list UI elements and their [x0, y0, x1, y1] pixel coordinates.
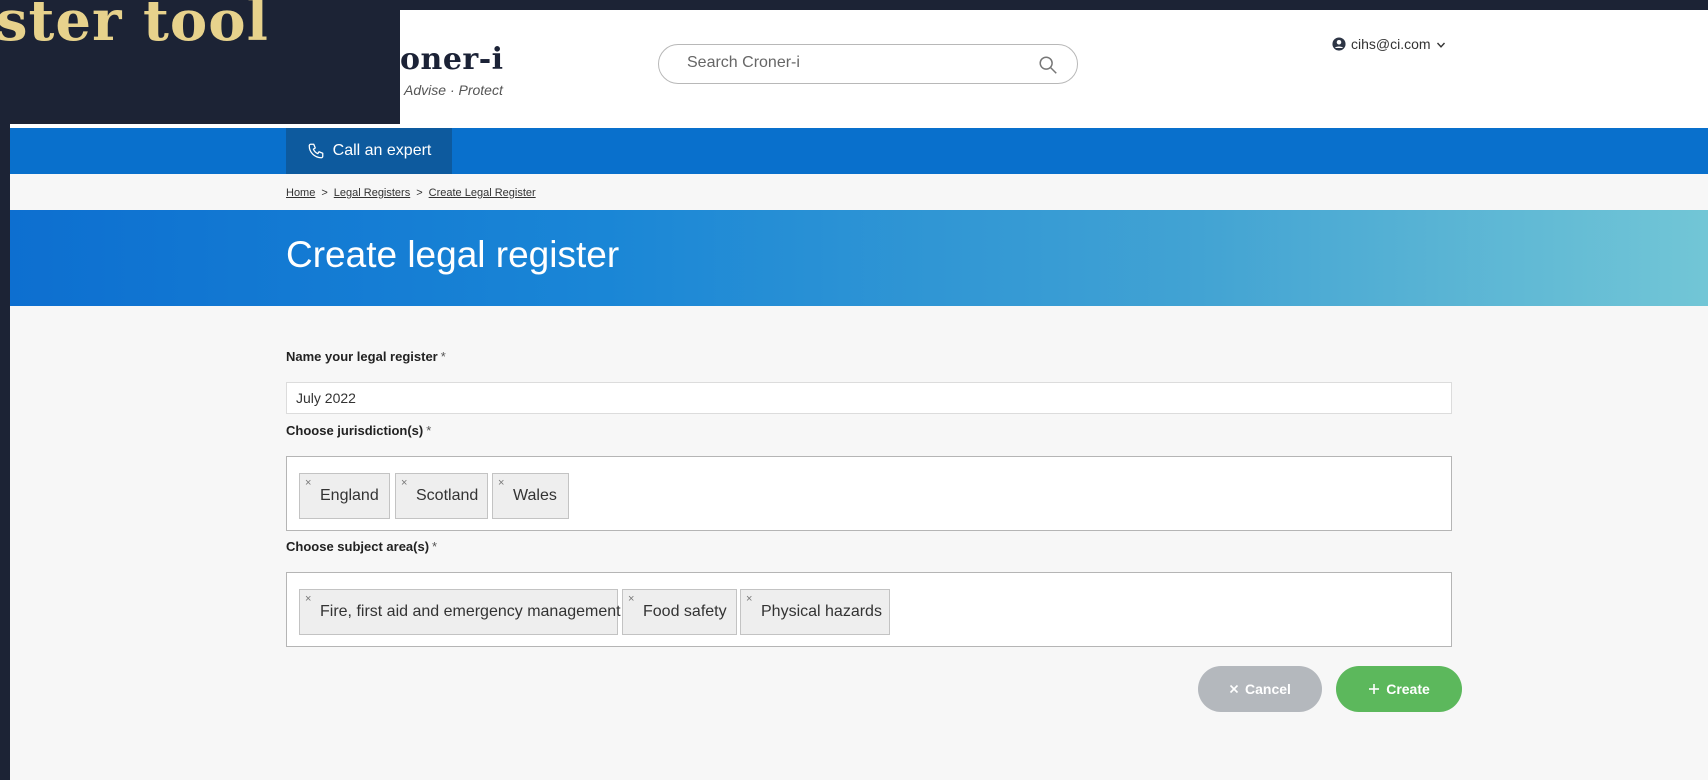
close-icon	[1229, 684, 1239, 694]
breadcrumb-create-legal-register[interactable]: Create Legal Register	[429, 187, 536, 199]
tag-wales: × Wales	[492, 473, 569, 519]
subject-area-select[interactable]: × Fire, first aid and emergency manageme…	[286, 572, 1452, 647]
create-label: Create	[1386, 681, 1430, 697]
chevron-down-icon[interactable]	[1436, 40, 1446, 50]
breadcrumb: Home > Legal Registers > Create Legal Regist…	[286, 187, 536, 199]
user-menu[interactable]: cihs@ci.com	[1332, 36, 1446, 52]
tag-label: England	[320, 487, 379, 504]
required-marker: *	[426, 423, 432, 438]
close-icon[interactable]: ×	[746, 593, 752, 605]
close-icon[interactable]: ×	[628, 593, 634, 605]
page-title: Create legal register	[286, 234, 620, 275]
logo[interactable]: oner-i	[400, 42, 504, 77]
page-banner: Create legal register	[10, 210, 1708, 306]
tag-england: × England	[299, 473, 390, 519]
nav-bar: Call an expert	[10, 128, 1708, 174]
tag-label: Wales	[513, 487, 557, 504]
subject-area-label: Choose subject area(s) *	[286, 539, 437, 554]
subject-area-label-text: Choose subject area(s)	[286, 539, 430, 554]
breadcrumb-home[interactable]: Home	[286, 187, 315, 199]
required-marker: *	[432, 539, 438, 554]
close-icon[interactable]: ×	[305, 593, 311, 605]
phone-icon	[308, 143, 324, 159]
search-icon[interactable]	[1037, 54, 1059, 76]
tag-label: Fire, first aid and emergency management	[320, 603, 621, 620]
tag-label: Food safety	[643, 603, 727, 620]
breadcrumb-separator: >	[416, 187, 423, 199]
logo-tagline: · Advise · Protect	[396, 82, 503, 98]
required-marker: *	[440, 349, 446, 364]
cancel-button[interactable]: Cancel	[1198, 666, 1322, 712]
jurisdiction-select[interactable]: × England × Scotland × Wales	[286, 456, 1452, 531]
tag-physical-hazards: × Physical hazards	[740, 589, 890, 635]
slide-title-overlay: ster tool	[0, 0, 400, 124]
tag-label: Scotland	[416, 487, 479, 504]
call-expert-button[interactable]: Call an expert	[286, 128, 452, 174]
close-icon[interactable]: ×	[401, 477, 407, 489]
call-expert-label: Call an expert	[332, 142, 432, 159]
register-name-label: Name your legal register *	[286, 349, 446, 364]
slide-title-text: ster tool	[0, 0, 269, 54]
jurisdiction-label: Choose jurisdiction(s) *	[286, 423, 431, 438]
search-box	[658, 44, 1078, 84]
tag-label: Physical hazards	[761, 603, 882, 620]
close-icon[interactable]: ×	[305, 477, 311, 489]
register-name-input[interactable]	[286, 382, 1452, 414]
tag-fire-first-aid: × Fire, first aid and emergency manageme…	[299, 589, 621, 635]
app-frame: oner-i · Advise · Protect cihs@ci.com	[10, 10, 1708, 780]
tag-food-safety: × Food safety	[622, 589, 737, 635]
search-input[interactable]	[687, 54, 1017, 72]
close-icon[interactable]: ×	[498, 477, 504, 489]
cancel-label: Cancel	[1245, 681, 1291, 697]
create-button[interactable]: Create	[1336, 666, 1462, 712]
register-name-label-text: Name your legal register	[286, 349, 438, 364]
user-email[interactable]: cihs@ci.com	[1351, 36, 1431, 52]
user-circle-icon	[1332, 37, 1346, 51]
jurisdiction-label-text: Choose jurisdiction(s)	[286, 423, 424, 438]
tag-scotland: × Scotland	[395, 473, 488, 519]
breadcrumb-legal-registers[interactable]: Legal Registers	[334, 187, 410, 199]
plus-icon	[1369, 684, 1380, 694]
breadcrumb-separator: >	[321, 187, 328, 199]
